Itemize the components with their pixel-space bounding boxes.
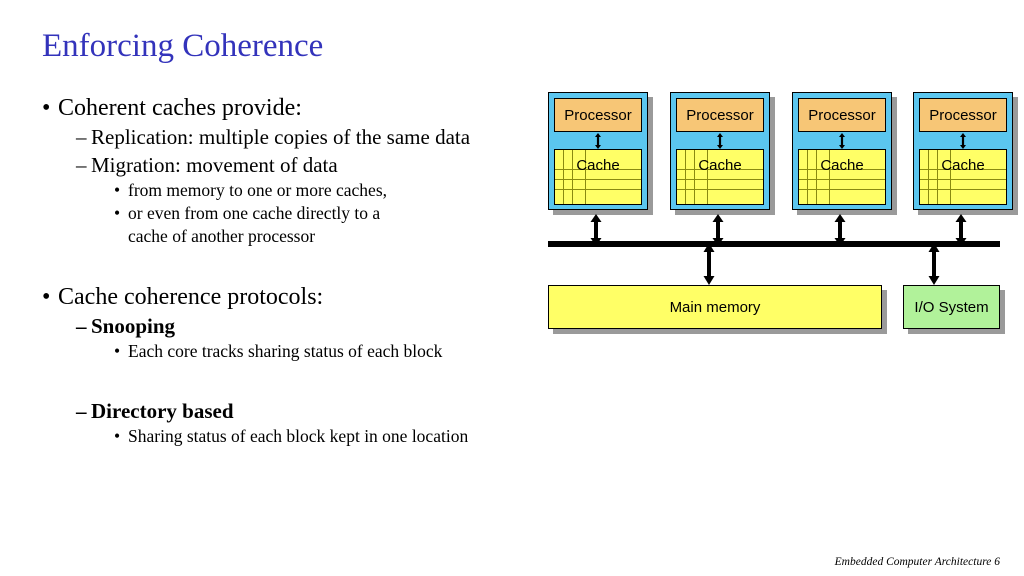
bullet-migration-cache-to-cache-cont: cache of another processor	[36, 225, 576, 248]
slide-body: • Coherent caches provide: – Replication: …	[36, 93, 576, 448]
processor-box-2: Processor	[676, 98, 764, 132]
bullet-migration-from-memory: • from memory to one or more caches,	[36, 179, 576, 202]
processor-cache-link-arrow-4	[960, 133, 966, 149]
bullet-text: Directory based	[91, 399, 234, 423]
bullet-marker-dot: •	[114, 341, 121, 361]
bullet-marker-dot: •	[42, 284, 51, 310]
bullet-text: Replication: multiple copies of the same…	[91, 125, 471, 149]
bullet-marker-dash: –	[76, 125, 87, 149]
bullet-cache-coherence-protocols: • Cache coherence protocols:	[36, 282, 576, 312]
bullet-migration-cache-to-cache: • or even from one cache directly to a	[36, 202, 576, 225]
cache-label-2: Cache	[698, 157, 742, 174]
bullet-marker-dot: •	[42, 95, 51, 121]
bus-main-memory-arrow	[703, 243, 715, 285]
bullet-text: or even from one cache directly to a	[128, 203, 381, 223]
bullet-migration: – Migration: movement of data	[36, 151, 576, 179]
processor-cache-link-arrow-1	[595, 133, 601, 149]
bus-io-system-arrow	[928, 243, 940, 285]
bullet-text: Coherent caches provide:	[58, 95, 302, 121]
cache-box-4: Cache	[919, 149, 1007, 205]
bullet-directory-based-detail: • Sharing status of each block kept in on…	[36, 425, 576, 448]
processor-cache-unit-2: Processor Cache	[670, 92, 770, 210]
cache-label-3: Cache	[820, 157, 864, 174]
processor-cache-unit-1: Processor Cache	[548, 92, 648, 210]
page-title: Enforcing Coherence	[42, 28, 324, 64]
slide-footer: Embedded Computer Architecture 6	[834, 556, 1000, 568]
processor-cache-link-arrow-2	[717, 133, 723, 149]
bullet-marker-dot: •	[114, 180, 121, 200]
bullet-snooping: – Snooping	[36, 312, 576, 340]
bullet-marker-dash: –	[76, 399, 87, 423]
processor-box-3: Processor	[798, 98, 886, 132]
bullet-marker-dot: •	[114, 203, 121, 223]
bullet-text: Snooping	[91, 314, 176, 338]
bullet-directory-based: – Directory based	[36, 397, 576, 425]
bullet-marker-dot: •	[114, 426, 121, 446]
bullet-text: Sharing status of each block kept in one…	[128, 426, 469, 446]
bullet-marker-dash: –	[76, 153, 87, 177]
bullet-snooping-detail: • Each core tracks sharing status of each…	[36, 340, 576, 363]
processor-box-4: Processor	[919, 98, 1007, 132]
bullet-text: from memory to one or more caches,	[128, 180, 388, 200]
cache-box-2: Cache	[676, 149, 764, 205]
bullet-marker-dash: –	[76, 314, 87, 338]
cache-label-1: Cache	[576, 157, 620, 174]
cache-box-3: Cache	[798, 149, 886, 205]
bullet-replication: – Replication: multiple copies of the sam…	[36, 123, 576, 151]
cache-label-4: Cache	[941, 157, 985, 174]
bullet-coherent-caches-provide: • Coherent caches provide:	[36, 93, 576, 123]
bullet-text: Migration: movement of data	[91, 153, 338, 177]
bullet-text: cache of another processor	[128, 226, 316, 246]
bullet-text: Each core tracks sharing status of each …	[128, 341, 443, 361]
processor-cache-unit-3: Processor Cache	[792, 92, 892, 210]
bullet-text: Cache coherence protocols:	[58, 284, 324, 310]
processor-box-1: Processor	[554, 98, 642, 132]
cache-box-1: Cache	[554, 149, 642, 205]
main-memory-box: Main memory	[548, 285, 882, 329]
io-system-box: I/O System	[903, 285, 1000, 329]
processor-cache-unit-4: Processor Cache	[913, 92, 1013, 210]
processor-cache-link-arrow-3	[839, 133, 845, 149]
